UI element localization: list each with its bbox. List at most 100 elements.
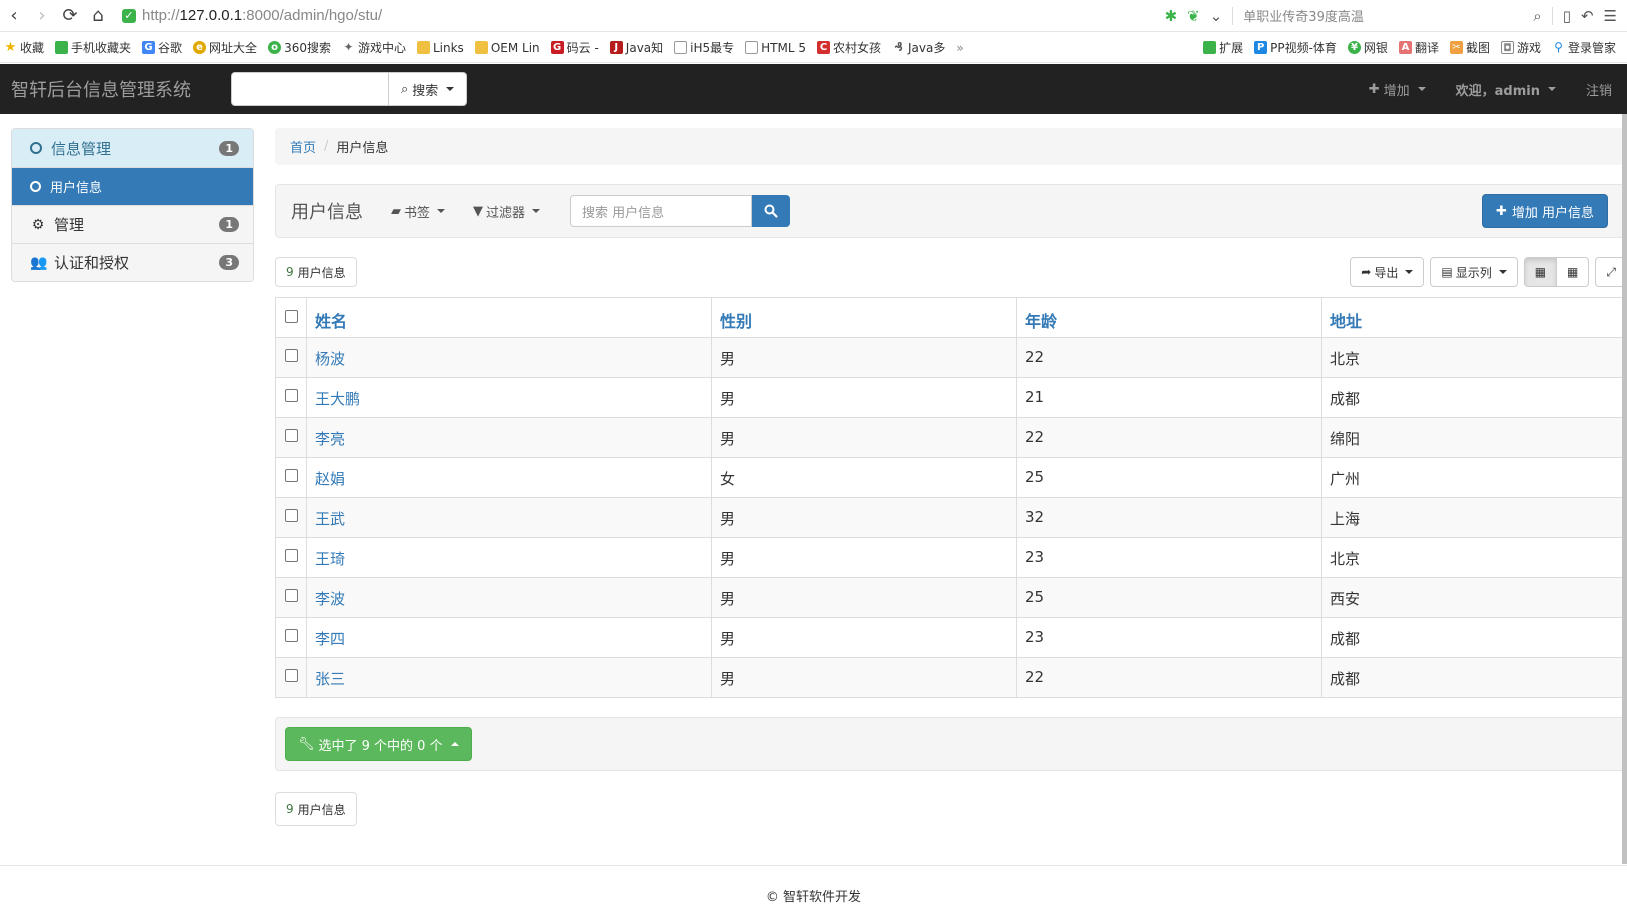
export-button[interactable]: ➦ 导出	[1350, 257, 1425, 287]
cell-name[interactable]: 王武	[306, 497, 712, 538]
cell-name[interactable]: 李四	[306, 617, 712, 658]
bookmark-item[interactable]: C 农村女孩	[817, 39, 881, 56]
cell-name[interactable]: 杨波	[306, 337, 712, 378]
table-row[interactable]: 杨波男 22 北京	[275, 337, 1627, 378]
row-checkbox[interactable]	[285, 589, 298, 602]
bookmark-item[interactable]: o 360搜索	[268, 39, 331, 56]
table-row[interactable]: 王大鹏男 21 成都	[275, 377, 1627, 418]
back-icon[interactable]: ‹	[0, 2, 28, 30]
address-bar[interactable]: ✓ http://127.0.0.1:8000/admin/hgo/stu/	[122, 3, 1165, 29]
bookmark-item[interactable]: ✦ 游戏中心	[342, 39, 406, 56]
columns-button[interactable]: ▤ 显示列	[1430, 257, 1518, 287]
bookmarks-more[interactable]: »	[956, 41, 963, 55]
bookmark-item[interactable]: OEM Lin	[474, 41, 540, 55]
phone-icon[interactable]: ▯	[1563, 7, 1571, 25]
list-search-input[interactable]: 搜索 用户信息	[570, 195, 753, 227]
breadcrumb-current: 用户信息	[336, 141, 389, 156]
table-row[interactable]: 王武男 32 上海	[275, 497, 1627, 538]
login-manager-button[interactable]: ⚲ 登录管家	[1552, 39, 1616, 56]
page-icon	[674, 41, 688, 54]
bookmark-item[interactable]: Links	[416, 41, 464, 55]
table-row[interactable]: 李四男 23 成都	[275, 617, 1627, 658]
dropdown-icon[interactable]: ⌄	[1210, 7, 1223, 25]
table-view-button[interactable]: ▦	[1523, 257, 1558, 287]
bank-button[interactable]: ¥ 网银	[1347, 39, 1388, 56]
selection-actions-button[interactable]: 🔧︎ 选中了 9 个中的 0 个	[285, 727, 472, 761]
bookmark-item[interactable]: e 网址大全	[193, 39, 257, 56]
row-select-cell	[275, 337, 307, 378]
bookmarks-dropdown[interactable]: ▰ 书签	[391, 202, 446, 221]
bookmark-item[interactable]: ₰ Java多	[892, 39, 945, 56]
gear-icon: ⚙	[31, 216, 45, 233]
cell-address: 广州	[1321, 457, 1627, 498]
cell-name[interactable]: 张三	[306, 657, 712, 698]
star-icon: ★	[4, 40, 17, 55]
cell-name[interactable]: 王琦	[306, 537, 712, 578]
share-icon: ➦	[1361, 265, 1372, 279]
cell-name[interactable]: 李亮	[306, 417, 712, 458]
cell-name[interactable]: 赵娟	[306, 457, 712, 498]
brand-title[interactable]: 智轩后台信息管理系统	[11, 76, 221, 102]
cell-gender: 男	[711, 657, 1017, 698]
filter-dropdown[interactable]: ▼ 过滤器	[473, 202, 541, 221]
bookmark-item[interactable]: iH5最专	[674, 39, 734, 56]
leaf-icon[interactable]: ❦	[1187, 7, 1200, 25]
row-checkbox[interactable]	[285, 429, 298, 442]
grid-view-button[interactable]: ▦	[1557, 257, 1590, 287]
translate-button[interactable]: A 翻译	[1398, 39, 1439, 56]
navbar-search-button[interactable]: ⌕ 搜索	[389, 72, 468, 106]
table-row[interactable]: 李亮男 22 绵阳	[275, 417, 1627, 458]
bookmark-item[interactable]: J Java知	[609, 39, 663, 56]
breadcrumb-home-link[interactable]: 首页	[290, 137, 316, 156]
list-search-button[interactable]	[752, 195, 791, 227]
row-checkbox[interactable]	[285, 549, 298, 562]
sidebar-item-user-info[interactable]: 用户信息	[12, 167, 253, 205]
bookmark-item[interactable]: G 码云 -	[550, 39, 599, 56]
table-row[interactable]: 李波男 25 西安	[275, 577, 1627, 618]
speed-icon[interactable]: ✱	[1165, 7, 1178, 25]
user-menu[interactable]: 欢迎，admin	[1441, 80, 1571, 99]
bookmark-item[interactable]: 手机收藏夹	[55, 39, 131, 56]
cell-name[interactable]: 王大鹏	[306, 377, 712, 418]
sidebar-item-management[interactable]: ⚙ 管理 1	[12, 205, 253, 243]
home-icon[interactable]: ⌂	[84, 2, 112, 30]
cell-name[interactable]: 李波	[306, 577, 712, 618]
forward-icon[interactable]: ›	[28, 2, 56, 30]
row-checkbox[interactable]	[285, 509, 298, 522]
pp-video-button[interactable]: P PP视频-体育	[1254, 39, 1337, 56]
row-checkbox[interactable]	[285, 629, 298, 642]
table-row[interactable]: 张三男 22 成都	[275, 657, 1627, 698]
sidebar-item-info-management[interactable]: 信息管理 1	[12, 129, 253, 167]
page-scrollbar[interactable]	[1622, 114, 1627, 864]
list-tools: ➦ 导出 ▤ 显示列 ▦ ▦ ⤢	[1350, 257, 1627, 287]
row-checkbox[interactable]	[285, 669, 298, 682]
grid-icon	[1203, 41, 1217, 54]
search-icon[interactable]: ⌕	[1533, 7, 1541, 25]
bookmark-item[interactable]: HTML 5	[745, 41, 806, 55]
th-icon: ▦	[1567, 265, 1579, 279]
bookmark-item[interactable]: G 谷歌	[142, 39, 182, 56]
column-header-name[interactable]: 姓名	[306, 297, 712, 338]
undo-icon[interactable]: ↶	[1581, 7, 1594, 25]
table-row[interactable]: 赵娟女 25 广州	[275, 457, 1627, 498]
games-button[interactable]: ◘ 游戏	[1500, 39, 1541, 56]
navbar-add-menu[interactable]: ✚ 增加	[1354, 80, 1441, 99]
screenshot-button[interactable]: ✂ 截图	[1449, 39, 1490, 56]
table-row[interactable]: 王琦男 23 北京	[275, 537, 1627, 578]
row-checkbox[interactable]	[285, 389, 298, 402]
column-header-address[interactable]: 地址	[1321, 297, 1627, 338]
column-header-age[interactable]: 年龄	[1016, 297, 1322, 338]
row-checkbox[interactable]	[285, 469, 298, 482]
column-header-gender[interactable]: 性别	[711, 297, 1017, 338]
hot-search-text[interactable]: 单职业传奇39度高温	[1243, 6, 1523, 25]
bookmark-item[interactable]: ★ 收藏	[4, 39, 44, 56]
logout-link[interactable]: 注销	[1571, 80, 1627, 99]
reload-icon[interactable]: ⟳	[56, 2, 84, 30]
sidebar-item-auth[interactable]: 👥 认证和授权 3	[12, 243, 253, 281]
extensions-button[interactable]: 扩展	[1203, 39, 1243, 56]
add-user-info-button[interactable]: ✚ 增加 用户信息	[1481, 194, 1608, 228]
select-all-checkbox[interactable]	[285, 310, 298, 323]
row-checkbox[interactable]	[285, 349, 298, 362]
menu-icon[interactable]: ☰	[1604, 7, 1617, 25]
navbar-search-input[interactable]	[231, 72, 389, 106]
